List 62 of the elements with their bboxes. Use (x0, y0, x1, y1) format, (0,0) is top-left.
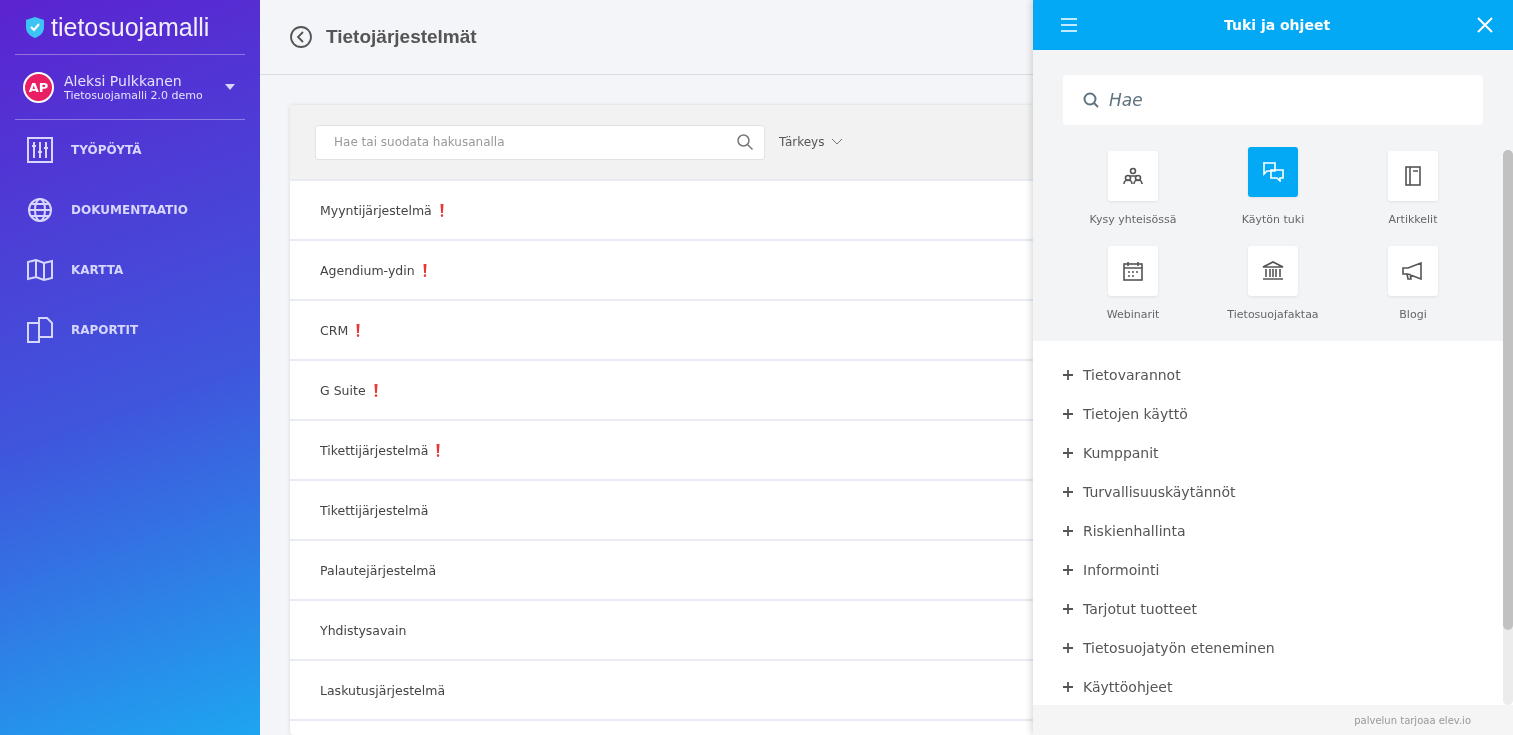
nav-item[interactable]: TYÖPÖYTÄ (15, 120, 245, 180)
logo-text: tietosuojamalli (51, 12, 210, 42)
chat-bubbles-icon (1262, 162, 1284, 182)
bank-icon (1262, 261, 1284, 281)
map-icon (27, 259, 53, 281)
topic-item[interactable]: Tietojen käyttö (1063, 394, 1483, 433)
organization-name: Tietosuojamalli 2.0 demo (64, 88, 204, 102)
help-tile-button[interactable] (1248, 246, 1298, 296)
topic-item[interactable]: Turvallisuuskäytännöt (1063, 472, 1483, 511)
topic-item[interactable]: Informointi (1063, 550, 1483, 589)
system-name[interactable]: G Suite (320, 382, 366, 398)
tile-label: Käytön tuki (1241, 213, 1305, 226)
search-icon (737, 133, 753, 150)
tile-label: Tietosuojafaktaa (1227, 308, 1319, 321)
dropdown-caret-icon[interactable] (225, 84, 235, 90)
chevron-down-icon (832, 139, 843, 145)
nav-item[interactable]: KARTTA (15, 240, 245, 300)
shield-icon (25, 15, 45, 39)
system-name[interactable]: Tikettijärjestelmä (320, 442, 429, 458)
scrollbar[interactable] (1503, 150, 1513, 705)
topic-item[interactable]: Tietosuojatyön eteneminen (1063, 628, 1483, 667)
tile-label: Blogi (1399, 308, 1427, 321)
book-icon (1405, 166, 1421, 186)
panel-title: Tuki ja ohjeet (1223, 17, 1331, 33)
system-name[interactable]: Laskutusjärjestelmä (320, 682, 446, 698)
tile-label: Kysy yhteisössä (1089, 213, 1177, 226)
help-tile-button[interactable] (1108, 151, 1158, 201)
globe-icon (27, 197, 53, 223)
search-icon (1083, 92, 1099, 108)
topic-item[interactable]: Riskienhallinta (1063, 511, 1483, 550)
help-search-field[interactable]: Hae (1063, 75, 1483, 125)
back-button[interactable] (290, 26, 312, 48)
help-tile-button[interactable] (1108, 246, 1158, 296)
user-avatar: AP (23, 71, 54, 103)
people-icon (1123, 166, 1143, 186)
topic-item[interactable]: Käyttöohjeet (1063, 667, 1483, 705)
system-name[interactable]: CRM (320, 322, 349, 338)
page-title: Tietojärjestelmät (326, 26, 477, 48)
user-name: Aleksi Pulkkanen (64, 72, 183, 89)
topic-item[interactable]: Tietovarannot (1063, 355, 1483, 394)
sort-dropdown[interactable]: Tärkeys (779, 135, 843, 149)
calendar-icon (1123, 261, 1143, 281)
sliders-icon (27, 137, 53, 163)
system-name[interactable]: Agendium-ydin (320, 262, 415, 278)
system-name[interactable]: Tikettijärjestelmä (320, 502, 429, 518)
search-field[interactable]: Hae tai suodata hakusanalla (315, 124, 765, 160)
help-tile-button[interactable] (1388, 151, 1438, 201)
help-tile-button[interactable] (1388, 246, 1438, 296)
close-button[interactable] (1477, 17, 1493, 33)
help-tile-button[interactable] (1248, 147, 1298, 197)
system-name[interactable]: Myyntijärjestelmä (320, 202, 432, 218)
megaphone-icon (1402, 262, 1424, 280)
nav-item[interactable]: DOKUMENTAATIO (15, 180, 245, 240)
topic-item[interactable]: Tarjotut tuotteet (1063, 589, 1483, 628)
topic-item[interactable]: Kumppanit (1063, 433, 1483, 472)
nav-item[interactable]: RAPORTIT (15, 300, 245, 360)
system-name[interactable]: Yhdistysavain (320, 622, 407, 638)
tile-label: Webinarit (1106, 308, 1160, 321)
tile-label: Artikkelit (1388, 213, 1438, 226)
footer-text: palvelun tarjoaa elev.io (1354, 714, 1471, 726)
system-name[interactable]: Palautejärjestelmä (320, 562, 437, 578)
documents-icon (27, 317, 53, 343)
